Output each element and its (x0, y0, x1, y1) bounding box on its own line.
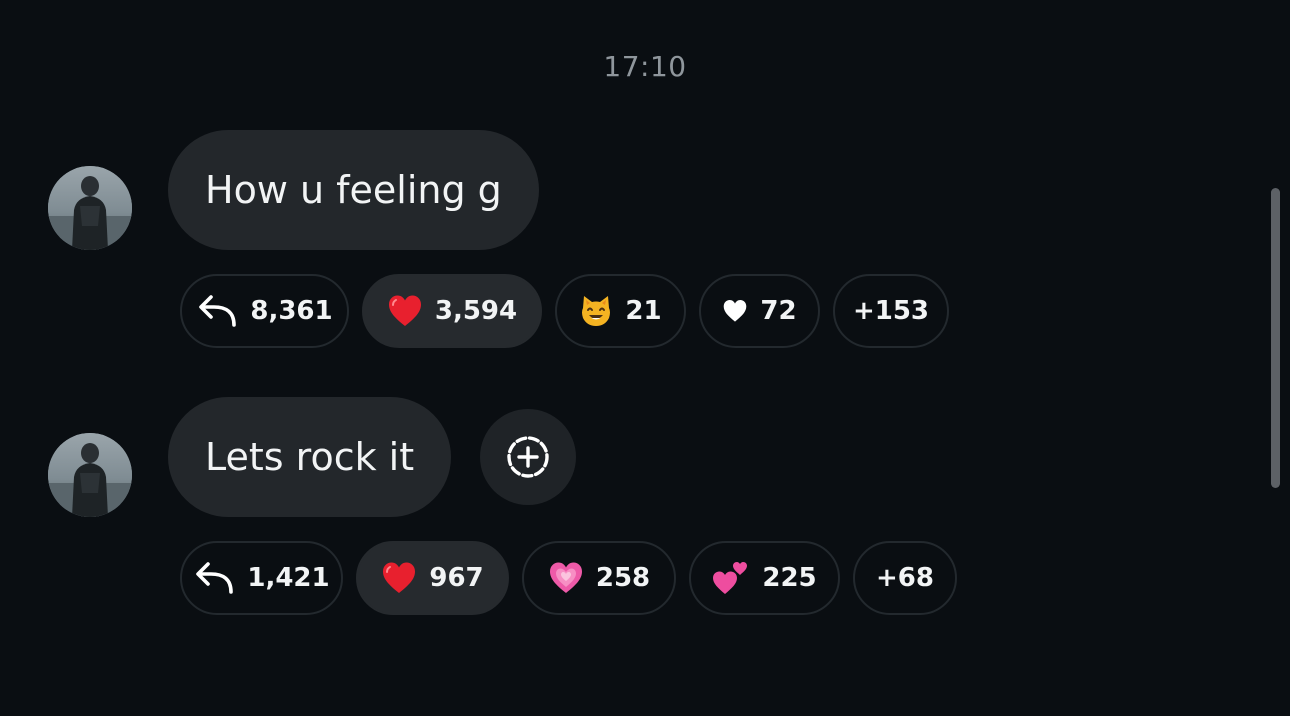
reply-arrow-icon (196, 294, 238, 328)
more-reactions-chip[interactable]: +153 (833, 274, 949, 348)
reaction-count: 258 (595, 563, 651, 593)
avatar-photo (48, 433, 132, 517)
avatar[interactable] (48, 166, 132, 250)
reaction-chip-growing-heart[interactable]: 258 (522, 541, 676, 615)
reaction-bar: 8,361 3,594 21 72 +153 (180, 274, 949, 348)
more-reactions-count: +68 (876, 563, 934, 593)
reply-count-chip[interactable]: 8,361 (180, 274, 349, 348)
message-bubble[interactable]: How u feeling g (168, 130, 539, 250)
reaction-chip-red-heart[interactable]: 967 (356, 541, 509, 615)
reaction-chip-white-heart[interactable]: 72 (699, 274, 820, 348)
chat-screen: 17:10 How u feeling g 8,361 3,594 21 72 … (0, 0, 1290, 716)
reaction-chip-two-hearts[interactable]: 225 (689, 541, 840, 615)
grinning-cat-emoji-icon (579, 294, 613, 328)
reaction-count: 967 (429, 563, 484, 593)
add-reaction-icon (507, 436, 549, 478)
two-hearts-emoji-icon (712, 560, 750, 596)
reply-count-chip[interactable]: 1,421 (180, 541, 343, 615)
growing-heart-emoji-icon (548, 561, 584, 595)
reply-arrow-icon (193, 561, 235, 595)
message-text: How u feeling g (205, 168, 502, 212)
reaction-count: 3,594 (434, 296, 518, 326)
timestamp: 17:10 (603, 50, 687, 83)
message-bubble[interactable]: Lets rock it (168, 397, 452, 517)
reaction-count: 72 (760, 296, 797, 326)
reply-count: 8,361 (250, 296, 333, 326)
avatar-photo (48, 166, 132, 250)
reaction-count: 225 (762, 563, 817, 593)
reaction-bar: 1,421 967 258 225 +68 (180, 541, 957, 615)
reaction-count: 21 (625, 296, 662, 326)
more-reactions-chip[interactable]: +68 (853, 541, 957, 615)
more-reactions-count: +153 (852, 296, 930, 326)
red-heart-emoji-icon (381, 561, 417, 595)
reaction-chip-red-heart[interactable]: 3,594 (362, 274, 542, 348)
reaction-chip-cat[interactable]: 21 (555, 274, 686, 348)
white-heart-icon (722, 299, 748, 323)
add-reaction-button[interactable] (480, 409, 576, 505)
message-text: Lets rock it (205, 435, 415, 479)
scrollbar[interactable] (1271, 188, 1280, 488)
reply-count: 1,421 (247, 563, 330, 593)
red-heart-emoji-icon (387, 294, 423, 328)
avatar[interactable] (48, 433, 132, 517)
